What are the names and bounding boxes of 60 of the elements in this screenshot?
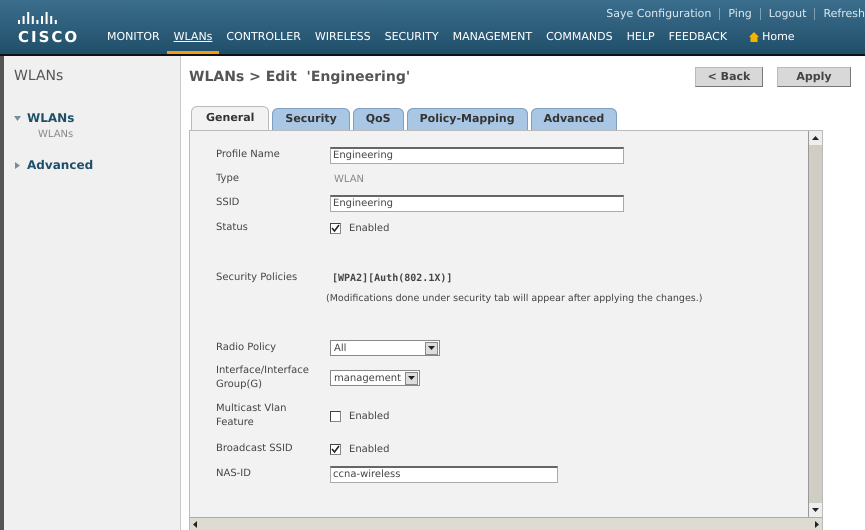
tab[interactable]: General [191,106,270,130]
nav-tab[interactable]: CONTROLLER [219,28,308,54]
top-link[interactable]: Saye Configuration [606,6,712,22]
scroll-up-icon[interactable] [812,136,819,140]
checkbox-label: Enabled [349,410,390,424]
nav-tab[interactable]: MONITOR [100,28,167,54]
horizontal-scrollbar[interactable] [190,517,822,530]
checkbox-label: Enabled [349,442,390,457]
scroll-left-icon[interactable] [193,520,197,528]
field-label: Type [216,172,240,186]
checkbox[interactable] [330,444,341,455]
nav-tab[interactable]: FEEDBACK [662,28,734,54]
field-label: Status [216,221,249,235]
checkbox[interactable] [330,222,341,234]
dropdown[interactable]: management [330,370,420,386]
nav-tab[interactable]: WLANs [166,28,220,54]
sidebar-item[interactable]: WLANs [14,109,180,127]
sidebar-title: WLANs [14,67,64,86]
nav-tab[interactable]: SECURITY [378,28,446,54]
input-field[interactable]: ccna-wireless [330,466,558,483]
action-button[interactable]: < Back [695,67,763,87]
scroll-down-icon[interactable] [812,508,819,512]
vertical-scrollbar[interactable] [808,131,822,517]
nav-tab[interactable]: HELP [620,28,662,54]
checkbox-label: Enabled [349,222,390,236]
field-label: NAS-ID [216,467,252,482]
field-label: Security Policies [216,271,298,285]
caret-down-icon [14,114,21,122]
tab[interactable]: Policy-Mapping [406,108,528,130]
top-link[interactable]: Refresh [823,6,865,22]
tab[interactable]: Security [272,108,350,130]
home-icon [749,32,760,42]
field-label: SSID [216,196,240,210]
field-label: Multicast Vlan Feature [216,402,288,430]
note-text: (Modifications done under security tab will appear after applying the changes.) [326,292,702,306]
page-title: WLANs > Edit 'Engineering' [189,68,412,86]
field-label: Interface/Interface Group(G) [216,364,310,392]
nav-tab[interactable]: COMMANDS [539,28,620,54]
logo-bars-icon [18,12,60,24]
action-button[interactable]: Apply [777,67,851,87]
top-link[interactable]: Logout [768,6,806,22]
logo-text: CISCO [18,28,80,47]
caret-right-icon [14,162,21,168]
input-field[interactable]: Engineering [330,194,624,212]
tab[interactable]: QoS [352,108,404,130]
security-policy-value: [WPA2][Auth(802.1X)] [331,272,454,286]
sidebar-item[interactable]: Advanced [14,156,180,174]
field-label: Radio Policy [216,341,278,356]
tab[interactable]: Advanced [530,108,618,130]
scroll-right-icon[interactable] [815,520,819,528]
nav-tab[interactable]: MANAGEMENT [446,28,540,54]
input-field[interactable]: Engineering [330,146,624,164]
checkbox[interactable] [330,410,341,422]
nav-tab[interactable]: Home [742,28,802,54]
field-value: WLAN [333,172,364,186]
dropdown[interactable]: All [330,340,440,356]
nav-tab[interactable]: WIRELESS [308,28,378,54]
field-label: Broadcast SSID [216,442,294,456]
field-label: Profile Name [216,148,281,162]
top-link[interactable]: Ping [728,6,752,22]
